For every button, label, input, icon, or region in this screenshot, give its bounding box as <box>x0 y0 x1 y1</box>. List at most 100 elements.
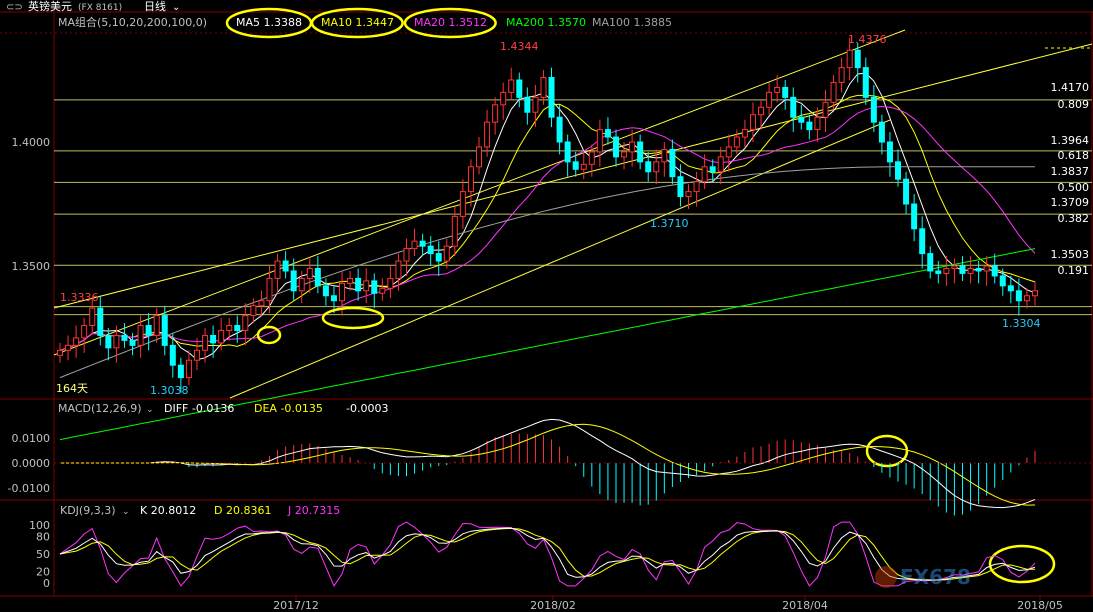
candle-body <box>467 166 474 193</box>
candle-body <box>895 161 902 180</box>
candle-body <box>645 161 652 173</box>
price-annotation-6: 164天 <box>56 382 88 395</box>
candle-body <box>129 339 136 346</box>
candle-body <box>604 129 611 138</box>
macd-diff: DIFF -0.0136 <box>164 402 234 415</box>
candle-body <box>725 146 732 158</box>
period-label[interactable]: 日线 <box>144 0 166 13</box>
candle-body <box>733 136 740 148</box>
candle-body <box>572 161 579 170</box>
header-icon[interactable]: ⊂⊃ <box>6 2 23 13</box>
candle-body <box>411 240 418 250</box>
candle-body <box>548 77 555 118</box>
candle-body <box>911 203 918 230</box>
kdj-ytick-1: 80 <box>36 531 50 544</box>
candle-body <box>919 228 926 255</box>
macd-chevron-icon[interactable]: ⌄ <box>146 405 154 415</box>
macd-dea: DEA -0.0135 <box>254 402 323 415</box>
kdj-yaxis: 1008050200 <box>29 519 50 590</box>
macd-ytick-1: 0.0000 <box>12 457 51 470</box>
candle-body <box>451 215 458 247</box>
candle-body <box>97 307 104 336</box>
candle-body <box>1032 290 1038 297</box>
candle-body <box>838 67 845 83</box>
ma-value-3: MA200 1.3570 <box>506 16 586 29</box>
candlestick-chart: ⊂⊃ 英镑美元 (FX 8161) 日线 ⌄ MA组合(5,10,20,200,… <box>0 0 1093 612</box>
fib-ratio-3: 0.382 <box>1058 212 1090 225</box>
fib-price-1: 1.3964 <box>1051 134 1090 147</box>
candle-body <box>1015 290 1022 302</box>
candle-body <box>967 267 974 274</box>
moving-average-lines <box>59 72 1036 441</box>
candle-body <box>322 285 329 297</box>
candle-body <box>282 260 289 272</box>
candle-body <box>1023 295 1030 302</box>
candle-body <box>661 148 668 163</box>
fib-ratio-1: 0.618 <box>1058 149 1090 162</box>
ma5-line <box>59 72 1036 361</box>
candle-body <box>790 96 797 118</box>
candle-body <box>65 344 72 351</box>
fib-ratio-2: 0.500 <box>1058 181 1090 194</box>
ma-title: MA组合(5,10,20,200,100,0) <box>58 15 207 29</box>
candle-body <box>250 305 257 317</box>
candle-body <box>290 270 297 292</box>
ma-legend: MA5 1.3388 MA10 1.3447 MA20 1.3512 MA200 1.… <box>236 16 672 29</box>
watermark-logo-icon <box>875 566 897 588</box>
candle-body <box>959 265 966 274</box>
candle-body <box>355 277 362 292</box>
candles <box>57 37 1038 393</box>
candle-body <box>89 307 96 327</box>
candle-body <box>73 337 80 346</box>
candle-body <box>596 129 603 153</box>
candle-body <box>758 106 765 116</box>
macd-yaxis: 0.0100 0.0000 -0.0100 <box>8 432 50 495</box>
candle-body <box>395 260 402 279</box>
candle-body <box>685 191 692 198</box>
candle-body <box>113 334 120 349</box>
price-ytick-0: 1.4000 <box>12 136 51 149</box>
candle-body <box>903 178 910 205</box>
candle-body <box>701 166 708 183</box>
candle-body <box>500 91 507 106</box>
candle-body <box>218 329 225 344</box>
candle-body <box>403 248 410 262</box>
candle-body <box>363 280 370 292</box>
candle-body <box>258 300 265 307</box>
fib-ratio-0: 0.809 <box>1058 98 1090 111</box>
kdj-ytick-2: 50 <box>36 548 50 561</box>
candle-body <box>419 240 426 247</box>
kdj-k: K 20.8012 <box>140 504 196 517</box>
candle-body <box>427 245 434 255</box>
candle-body <box>854 49 861 69</box>
candle-body <box>862 67 869 98</box>
ma-value-4: MA100 1.3885 <box>592 16 672 29</box>
kdj-ytick-4: 0 <box>43 577 50 590</box>
candle-body <box>693 181 700 193</box>
candle-body <box>202 334 209 351</box>
watermark-text: FX678 <box>900 565 971 589</box>
candle-body <box>145 325 152 336</box>
x-axis: 2017/12 2018/02 2018/04 2018/05 <box>273 596 1063 612</box>
low-highlight-circle <box>256 325 282 345</box>
candle-body <box>81 325 88 339</box>
fib-price-4: 1.3503 <box>1051 248 1090 261</box>
candle-body <box>169 344 176 366</box>
candle-body <box>814 116 821 131</box>
price-annotation-5: 1.3304 <box>1002 317 1041 330</box>
candle-body <box>830 81 837 103</box>
candle-body <box>709 166 716 173</box>
x-label-3: 2018/05 <box>1017 599 1063 612</box>
candle-body <box>121 334 128 341</box>
price-annotation-1: 1.4376 <box>848 33 887 46</box>
candle-body <box>999 275 1006 287</box>
kdj-chevron-icon[interactable]: ⌄ <box>122 507 130 517</box>
x-label-1: 2018/02 <box>530 599 576 612</box>
chevron-down-icon[interactable]: ⌄ <box>172 2 180 13</box>
candle-body <box>975 267 982 272</box>
candle-body <box>612 136 619 158</box>
candle-body <box>774 86 781 93</box>
candle-body <box>524 96 531 113</box>
candle-body <box>822 101 829 118</box>
macd-ytick-0: 0.0100 <box>12 432 51 445</box>
